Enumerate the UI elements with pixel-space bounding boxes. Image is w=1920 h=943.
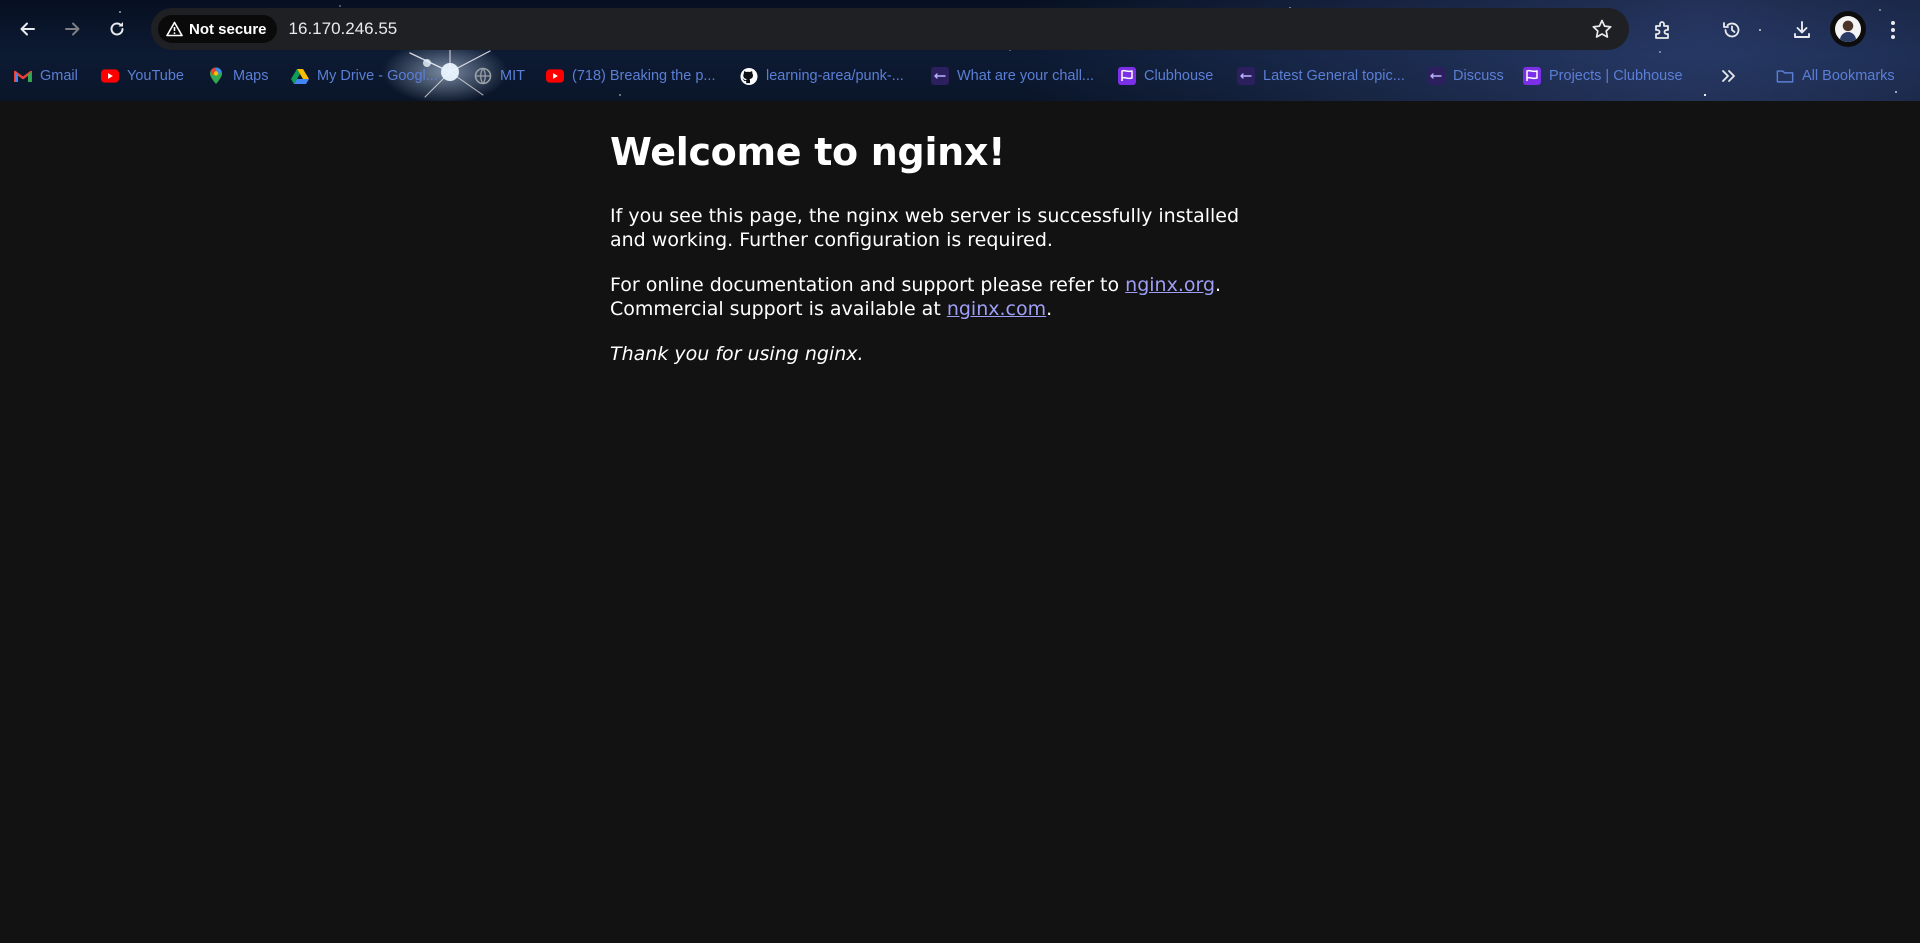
all-bookmarks-button[interactable]: All Bookmarks [1776,61,1895,91]
page-title: Welcome to nginx! [610,130,1006,174]
maps-icon [207,67,225,85]
downloads-button[interactable] [1785,13,1819,47]
folder-icon [1776,67,1794,85]
bookmark-what-are-your-chall[interactable]: What are your chall... [931,61,1094,91]
arrow-left-icon [20,22,35,36]
puzzle-icon [1655,21,1669,39]
thanks-paragraph: Thank you for using nginx. [610,342,1250,366]
bookmarks-overflow-button[interactable] [1716,63,1742,89]
download-icon [1794,21,1810,38]
address-bar[interactable]: Not secure 16.170.246.55 [151,8,1629,50]
star-icon [1592,19,1612,38]
bookmark-star-button[interactable] [1589,16,1615,42]
nginx-org-link[interactable]: nginx.org [1125,274,1215,296]
clubhouse-icon [1118,67,1136,85]
browser-toolbar: Not secure 16.170.246.55 [0,8,1920,50]
discourse-icon [1237,67,1255,85]
gmail-icon [14,67,32,85]
bookmark-projects-clubhouse[interactable]: Projects | Clubhouse [1523,61,1683,91]
forward-button[interactable] [56,13,88,45]
more-vert-icon [1891,21,1895,39]
warning-icon [166,21,183,37]
globe-icon [474,67,492,85]
page-content: Welcome to nginx! If you see this page, … [610,101,1250,366]
bookmark-my-drive[interactable]: My Drive - Googl... [291,61,438,91]
back-button[interactable] [12,13,44,45]
history-button[interactable] [1715,13,1749,47]
bookmark-learning-area[interactable]: learning-area/punk-... [740,61,904,91]
bookmarks-bar: Gmail YouTube Maps My Drive - Googl... M… [0,61,1920,91]
bookmark-gmail[interactable]: Gmail [14,61,78,91]
bookmark-breaking-the-p[interactable]: (718) Breaking the p... [546,61,715,91]
bookmark-maps[interactable]: Maps [207,61,268,91]
arrow-right-icon [65,22,80,36]
bookmark-youtube[interactable]: YouTube [101,61,184,91]
browser-chrome: Not secure 16.170.246.55 Gmail YouTube M… [0,0,1920,101]
security-indicator[interactable]: Not secure [158,15,277,43]
drive-icon [291,67,309,85]
youtube-icon [101,67,119,85]
extensions-button[interactable] [1646,13,1680,47]
reload-button[interactable] [101,13,133,45]
reload-icon [110,22,124,36]
discourse-icon [1427,67,1445,85]
url-text[interactable]: 16.170.246.55 [289,19,398,39]
bookmark-discuss[interactable]: Discuss [1427,61,1504,91]
discourse-icon [931,67,949,85]
documentation-paragraph: For online documentation and support ple… [610,274,1222,320]
bookmark-latest-general-topic[interactable]: Latest General topic... [1237,61,1405,91]
bookmark-clubhouse[interactable]: Clubhouse [1118,61,1213,91]
github-icon [740,67,758,85]
history-icon [1723,22,1740,38]
chevron-double-right-icon [1722,70,1735,82]
clubhouse-icon [1523,67,1541,85]
avatar-image [1835,16,1861,42]
security-label: Not secure [189,20,267,38]
browser-menu-button[interactable] [1876,13,1910,47]
profile-avatar[interactable] [1830,11,1866,47]
nginx-com-link[interactable]: nginx.com [947,298,1046,320]
intro-paragraph: If you see this page, the nginx web serv… [610,205,1240,251]
bookmark-mit[interactable]: MIT [474,61,525,91]
youtube-icon [546,67,564,85]
thanks-text: Thank you for using nginx. [610,343,864,365]
